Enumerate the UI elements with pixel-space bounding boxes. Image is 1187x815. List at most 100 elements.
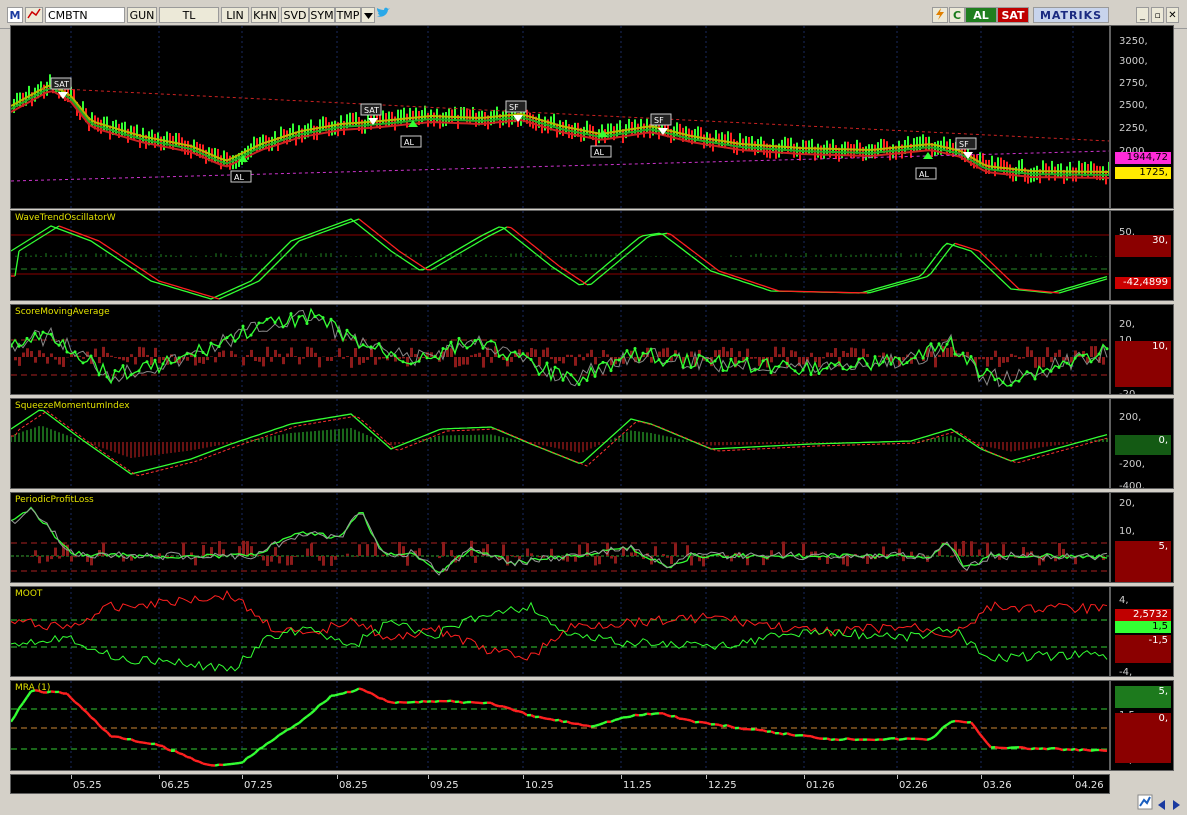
buy-button[interactable]: AL (965, 7, 997, 23)
alarm-button[interactable] (932, 7, 948, 23)
histogram-bar (930, 351, 933, 357)
histogram-bar (78, 356, 81, 357)
wavetrend-signal-line (179, 287, 183, 288)
axis-tick-label: -400, (1119, 481, 1145, 489)
score-ma-point (762, 359, 765, 362)
moot-red-line (11, 591, 1107, 660)
mra-line (231, 764, 235, 765)
profit-loss-bar (514, 556, 517, 557)
mra-line (83, 709, 87, 712)
toolbar-button-gun[interactable]: GUN (127, 7, 157, 23)
score-ma-axis[interactable]: 20,10,0,-10,-20,10, (1110, 304, 1174, 395)
wavetrend-signal-line (99, 241, 103, 244)
histogram-bar (306, 347, 309, 357)
mra-line (691, 721, 695, 723)
price-chart-panel[interactable]: SATALSATALSFALSFALSF (10, 25, 1110, 209)
histogram-bar (102, 347, 105, 357)
moot-axis[interactable]: 4,1,50,-1,5-4,2,57321,5-1,5 (1110, 586, 1174, 677)
toolbar-button-lin[interactable]: LIN (221, 7, 249, 23)
toolbar-button-sym[interactable]: SYM (309, 7, 335, 23)
scroll-right-button[interactable] (1170, 796, 1182, 808)
mra-line (395, 702, 399, 703)
price-axis[interactable]: 3250,3000,2750,2500,2250,2000,1750,1944,… (1110, 25, 1174, 209)
histogram-bar (586, 353, 589, 357)
score-ma-point (578, 383, 581, 386)
wavetrend-signal-line (731, 275, 735, 276)
chart-settings-button[interactable] (1137, 794, 1153, 810)
mra-line (835, 739, 839, 740)
mra-line (727, 725, 731, 726)
mra-line (19, 703, 23, 708)
toolbar-button-khn[interactable]: KHN (251, 7, 279, 23)
dropdown-icon (364, 13, 373, 19)
mra-line (327, 696, 331, 701)
score-ma-point (1082, 354, 1085, 357)
score-ma-point (834, 364, 837, 367)
squeeze-axis[interactable]: 200,0,-200,-400,0, (1110, 398, 1174, 489)
toolbar-button-tmp[interactable]: TMP (335, 7, 361, 23)
histogram-bar (234, 354, 237, 357)
refresh-button[interactable]: C (949, 7, 965, 23)
wavetrend-signal-line (163, 282, 167, 283)
mra-line (935, 732, 939, 736)
wavetrend-signal-line (1059, 292, 1063, 293)
sell-button[interactable]: SAT (997, 7, 1029, 23)
wavetrend-signal-line (235, 290, 239, 292)
wavetrend-panel[interactable]: WaveTrendOscillatorW (10, 210, 1110, 301)
profit-loss-bar (574, 556, 577, 562)
scroll-left-button[interactable] (1156, 796, 1168, 808)
wavetrend-signal-line (771, 288, 775, 289)
mra-line (995, 747, 999, 748)
profit-loss-bar (958, 549, 961, 556)
profit-loss-bar (310, 544, 313, 556)
histogram-bar (374, 357, 377, 365)
profit-loss-bar (358, 544, 361, 556)
wavetrend-signal-line (591, 281, 595, 284)
wavetrend-signal-line (763, 286, 767, 287)
time-axis[interactable]: 05.2506.2507.2508.2509.2510.2511.2512.25… (10, 774, 1110, 794)
mra-line (683, 719, 687, 720)
score-ma-point (386, 356, 389, 359)
histogram-bar (282, 357, 285, 364)
histogram-bar (1090, 346, 1093, 357)
profit-loss-bar (38, 556, 41, 563)
restore-button[interactable]: ▫ (1151, 7, 1164, 23)
ppl-axis[interactable]: 20,10,5,0,-5,5, (1110, 492, 1174, 583)
score-ma-point (754, 368, 757, 371)
close-button[interactable]: ✕ (1166, 7, 1179, 23)
minimize-button[interactable]: _ (1136, 7, 1149, 23)
score-ma-point (450, 341, 453, 344)
chart-type-icon[interactable] (25, 7, 43, 23)
symbol-field[interactable]: CMBTN (45, 7, 125, 23)
wavetrend-signal-line (507, 227, 511, 228)
histogram-bar (254, 357, 257, 361)
mra-axis[interactable]: 5,1,50,-1,5-5,5,0, (1110, 680, 1174, 771)
wavetrend-axis[interactable]: 50,30,30,-42,4899 (1110, 210, 1174, 301)
mra-panel[interactable]: MRA (1) (10, 680, 1110, 771)
histogram-bar (286, 354, 289, 357)
histogram-bar (530, 348, 533, 357)
profit-loss-bar (246, 541, 249, 556)
dropdown-button[interactable] (361, 7, 375, 23)
histogram-bar (822, 357, 825, 358)
toolbar-button-svd[interactable]: SVD (281, 7, 309, 23)
score-moving-average-panel[interactable]: ScoreMovingAverage (10, 304, 1110, 395)
profit-loss-bar (202, 545, 205, 556)
wavetrend-signal-line (443, 261, 447, 263)
histogram-bar (1026, 347, 1029, 357)
periodic-profit-loss-panel[interactable]: PeriodicProfitLoss (10, 492, 1110, 583)
wavetrend-signal-line (483, 237, 487, 239)
score-ma-point (370, 345, 373, 348)
profit-loss-bar (654, 546, 657, 556)
wavetrend-signal-line (479, 240, 483, 242)
wavetrend-signal-line (63, 228, 67, 230)
score-ma-point (74, 350, 77, 353)
mra-line (723, 725, 727, 726)
mra-line (1075, 749, 1079, 750)
twitter-button[interactable] (375, 7, 391, 23)
toolbar-button-tl[interactable]: TL (159, 7, 219, 23)
moot-panel[interactable]: MOOT (10, 586, 1110, 677)
squeeze-momentum-panel[interactable]: SqueezeMomentumIndex (10, 398, 1110, 489)
wavetrend-signal-line (1011, 281, 1015, 285)
mra-line (811, 736, 815, 737)
